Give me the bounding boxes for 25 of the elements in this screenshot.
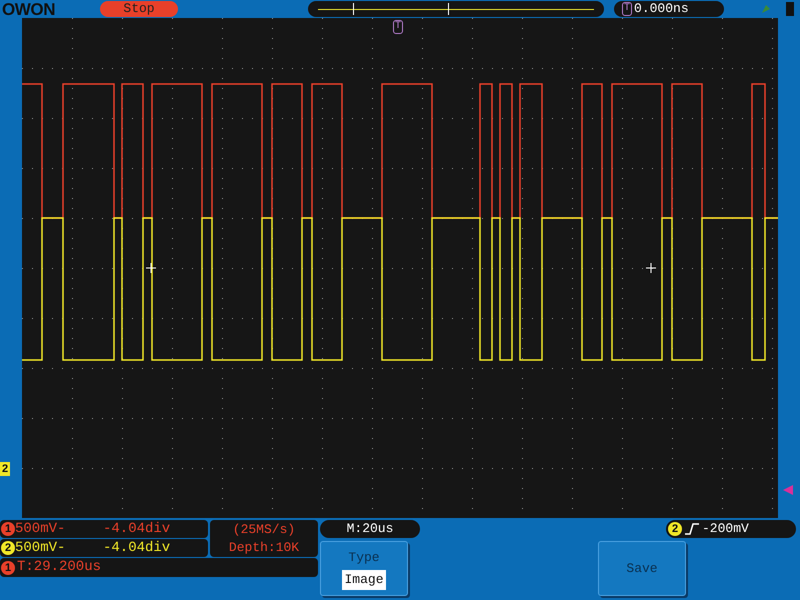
run-state-label: Stop [100,1,178,17]
channel-badge: 1 [1,522,15,536]
channel-badge: 1 [1,560,15,574]
channel-badge: 2 [668,522,682,536]
offset-value: -4.04div [103,520,170,538]
trigger-marker: T [622,2,632,16]
rising-edge-icon [685,523,699,535]
battery-icon [786,2,794,16]
memory-depth: Depth:10K [228,538,300,556]
logo: OWON [2,0,56,18]
type-menu-button[interactable]: Type Image [320,541,408,596]
sample-rate: (25MS/s) [232,520,296,538]
option-value: Image [342,570,386,590]
volts-per-div: 500mV- [15,538,66,558]
cursor-cross-icon [146,262,656,274]
volts-per-div: 500mV- [15,520,66,538]
channel-badge: 2 [1,541,15,555]
trigger-readout: 2 -200mV [666,520,796,538]
measurement-readout: 1 T:29.200us [0,558,318,577]
trigger-position-marker: T [393,20,404,34]
timebase-readout: M:20us [320,520,420,538]
trigger-level-marker [782,484,794,496]
trigger-offset-readout: T 0.000ns [614,1,724,17]
offset-value: -4.04div [103,538,170,558]
channel-ground-marker: 2 [0,462,10,476]
